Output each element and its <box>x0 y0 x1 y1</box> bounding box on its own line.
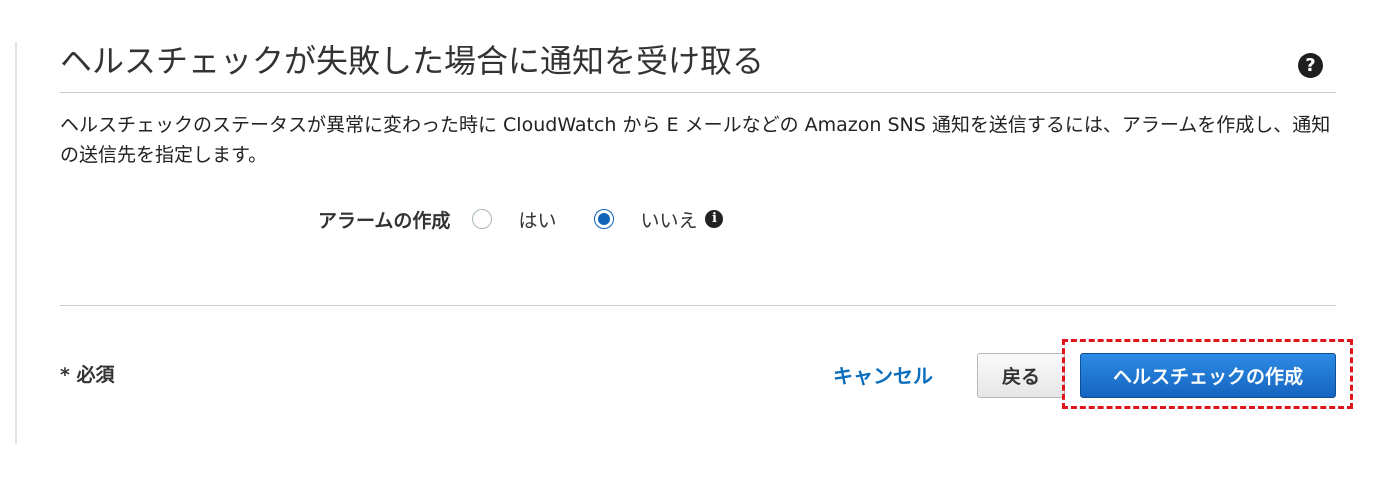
left-border <box>15 42 17 444</box>
info-circle-icon[interactable]: i <box>705 210 724 228</box>
back-button[interactable]: 戻る <box>977 353 1065 398</box>
create-alarm-row: アラームの作成 はい いいえ i <box>318 202 724 236</box>
footer-divider <box>60 305 1336 306</box>
panel-description: ヘルスチェックのステータスが異常に変わった時に CloudWatch から E … <box>60 114 1331 166</box>
radio-yes-label[interactable]: はい <box>518 206 556 233</box>
panel-title: ヘルスチェックが失敗した場合に通知を受け取る <box>60 42 765 80</box>
required-note: * 必須 <box>60 364 115 386</box>
create-health-check-button[interactable]: ヘルスチェックの作成 <box>1080 353 1336 398</box>
title-divider <box>60 92 1336 93</box>
create-alarm-label: アラームの作成 <box>318 209 451 232</box>
radio-yes[interactable] <box>472 209 493 229</box>
cancel-link[interactable]: キャンセル <box>833 360 933 389</box>
radio-no[interactable] <box>594 209 615 229</box>
question-circle-icon[interactable]: ? <box>1298 53 1323 78</box>
radio-no-label[interactable]: いいえ <box>640 206 697 233</box>
